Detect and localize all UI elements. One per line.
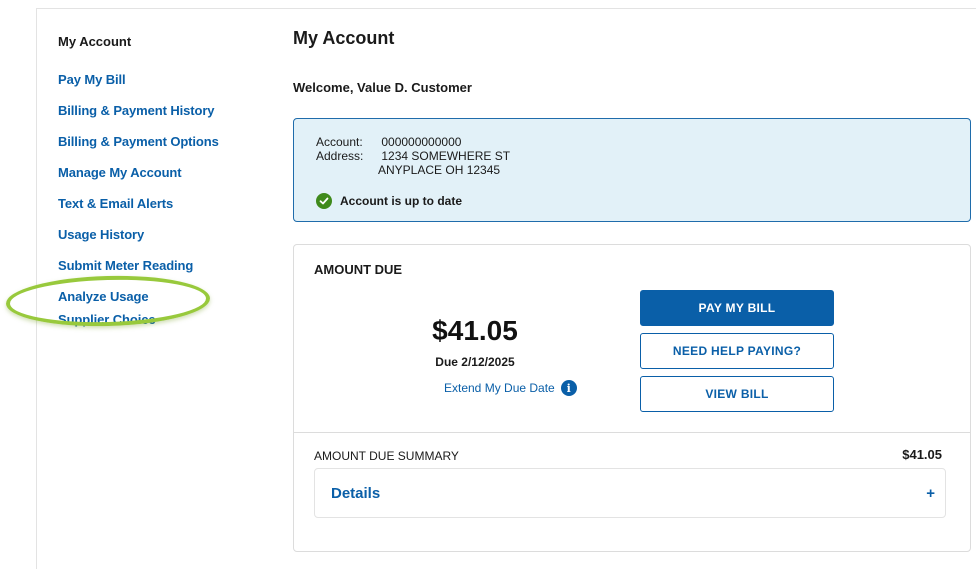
sidebar-link-billing-payment-history[interactable]: Billing & Payment History [58,103,215,119]
sidebar-item-text-email-alerts: Text & Email Alerts [58,195,258,226]
address-label: Address: [316,149,364,163]
details-accordion[interactable]: Details + [314,468,946,518]
view-bill-button[interactable]: VIEW BILL [640,376,834,412]
extend-due-date-link[interactable]: Extend My Due Date i [444,380,577,396]
account-label: Account: [316,135,363,149]
sidebar-item-usage-history: Usage History [58,226,258,257]
card-divider [294,432,970,433]
sidebar-title: My Account [58,34,132,49]
sidebar-link-text-email-alerts[interactable]: Text & Email Alerts [58,196,173,212]
address-line2-row: ANYPLACE OH 12345 [378,163,500,177]
sidebar-link-manage-my-account[interactable]: Manage My Account [58,165,182,181]
details-label: Details [331,485,381,502]
address-line2: ANYPLACE OH 12345 [378,163,501,177]
sidebar-link-billing-payment-options[interactable]: Billing & Payment Options [58,134,219,150]
sidebar-item-pay-my-bill: Pay My Bill [58,71,258,102]
check-circle-icon [316,193,332,209]
amount-due-summary-label: AMOUNT DUE SUMMARY [314,449,459,463]
amount-due-summary-value: $41.05 [902,447,942,462]
account-info-box: Account: 000000000000 Address: 1234 SOME… [293,118,971,222]
pay-my-bill-button[interactable]: PAY MY BILL [640,290,834,326]
sidebar-link-usage-history[interactable]: Usage History [58,227,144,243]
amount-due-card: AMOUNT DUE $41.05 Due 2/12/2025 Extend M… [293,244,971,552]
due-date: Due 2/12/2025 [435,355,515,369]
sidebar-link-submit-meter-reading[interactable]: Submit Meter Reading [58,258,193,274]
amount-due-heading: AMOUNT DUE [314,262,403,277]
page-title: My Account [293,28,395,48]
account-status-text: Account is up to date [340,194,463,208]
sidebar-link-pay-my-bill[interactable]: Pay My Bill [58,72,126,88]
amount-due-value: $41.05 [432,315,518,346]
account-row: Account: 000000000000 [316,135,461,149]
account-status: Account is up to date [316,193,462,209]
account-number: 000000000000 [381,135,462,149]
info-icon[interactable]: i [560,380,577,396]
address-line1: 1234 SOMEWHERE ST [381,149,511,163]
address-row: Address: 1234 SOMEWHERE ST [316,149,510,163]
welcome-message: Welcome, Value D. Customer [293,80,472,95]
sidebar-item-billing-payment-options: Billing & Payment Options [58,133,258,164]
need-help-paying-button[interactable]: NEED HELP PAYING? [640,333,834,369]
extend-due-date-label: Extend My Due Date [444,381,555,395]
sidebar-item-billing-payment-history: Billing & Payment History [58,102,258,133]
sidebar-item-manage-my-account: Manage My Account [58,164,258,195]
plus-icon[interactable]: + [926,485,935,502]
